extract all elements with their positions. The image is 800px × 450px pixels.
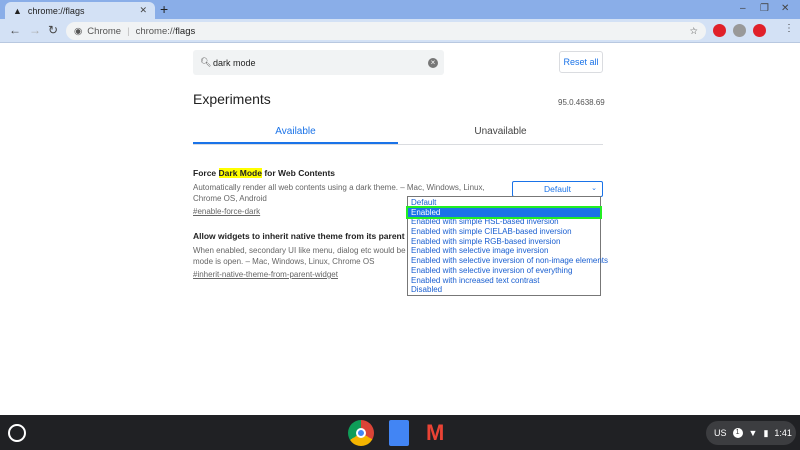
restore-button[interactable]: ❐ [760, 3, 769, 14]
chrome-app-icon[interactable] [348, 420, 374, 446]
chevron-down-icon: ⌄ [591, 185, 597, 192]
status-tray[interactable]: US 1 ▼ ▮ 1:41 [706, 421, 796, 445]
tab-title: chrome://flags [27, 5, 85, 16]
extension-icon[interactable] [733, 24, 746, 37]
clock: 1:41 [774, 428, 792, 438]
url-path: flags [175, 25, 196, 37]
option-non-image[interactable]: Enabled with selective inversion of non-… [408, 256, 608, 266]
url-prefix: chrome:// [135, 25, 176, 37]
option-image[interactable]: Enabled with selective image inversion [408, 246, 600, 256]
flask-icon: ▲ [13, 5, 22, 16]
site-label: Chrome [87, 25, 122, 37]
close-window-button[interactable]: ✕ [781, 3, 789, 14]
launcher-button[interactable] [8, 424, 26, 442]
tabs: Available Unavailable [193, 120, 603, 145]
extension-icon[interactable] [713, 24, 726, 37]
menu-icon[interactable]: ⋮ [784, 23, 794, 34]
page-title: Experiments [193, 91, 271, 107]
site-info-icon[interactable]: ◉ [74, 26, 82, 37]
dropdown-list: Default Enabled Enabled with simple HSL-… [406, 196, 608, 296]
search-value: dark mode [213, 57, 256, 68]
option-everything[interactable]: Enabled with selective inversion of ever… [408, 266, 600, 276]
forward-button[interactable]: → [29, 23, 41, 37]
option-enabled[interactable]: Enabled [406, 205, 602, 220]
option-default[interactable]: Default [408, 198, 600, 208]
reload-button[interactable]: ↻ [48, 23, 58, 37]
search-input[interactable]: 🔍︎ dark mode × [193, 50, 444, 75]
ime-label: US [714, 428, 727, 438]
bookmark-star-icon[interactable]: ☆ [689, 26, 698, 37]
search-icon: 🔍︎ [200, 57, 212, 67]
back-button[interactable]: ← [9, 23, 21, 37]
option-disabled[interactable]: Disabled [408, 285, 600, 295]
battery-icon: ▮ [763, 427, 769, 438]
notification-badge: 1 [732, 428, 743, 438]
shelf: M US 1 ▼ ▮ 1:41 [0, 415, 800, 450]
minimize-button[interactable]: – [740, 3, 746, 14]
option-hsl[interactable]: Enabled with simple HSL-based inversion [408, 217, 600, 227]
wifi-icon: ▼ [748, 428, 758, 438]
flag-title: Force Dark Mode for Web Contents [193, 168, 336, 178]
clear-search-icon[interactable]: × [428, 57, 438, 68]
tab-available[interactable]: Available [193, 120, 398, 144]
address-bar[interactable]: ◉ Chrome | chrome://flags ☆ [66, 22, 706, 40]
force-dark-select[interactable]: Default ⌄ [512, 181, 603, 197]
option-contrast[interactable]: Enabled with increased text contrast [408, 276, 600, 286]
gmail-app-icon[interactable]: M [426, 420, 452, 446]
tab-strip: ▲ chrome://flags ✕ + – ❐ ✕ [0, 0, 800, 19]
docs-app-icon[interactable] [389, 420, 409, 446]
reset-all-button[interactable]: Reset all [559, 51, 603, 73]
tab-unavailable[interactable]: Unavailable [398, 120, 603, 144]
close-tab-icon[interactable]: ✕ [139, 5, 147, 16]
version-label: 95.0.4638.69 [558, 98, 605, 107]
toolbar: ← → ↻ ◉ Chrome | chrome://flags ☆ ⋮ [0, 19, 800, 43]
option-cielab[interactable]: Enabled with simple CIELAB-based inversi… [408, 227, 600, 237]
new-tab-button[interactable]: + [160, 1, 168, 17]
opera-extension-icon[interactable] [753, 24, 766, 37]
option-rgb[interactable]: Enabled with simple RGB-based inversion [408, 237, 600, 247]
tab-flags[interactable]: ▲ chrome://flags ✕ [5, 2, 155, 19]
